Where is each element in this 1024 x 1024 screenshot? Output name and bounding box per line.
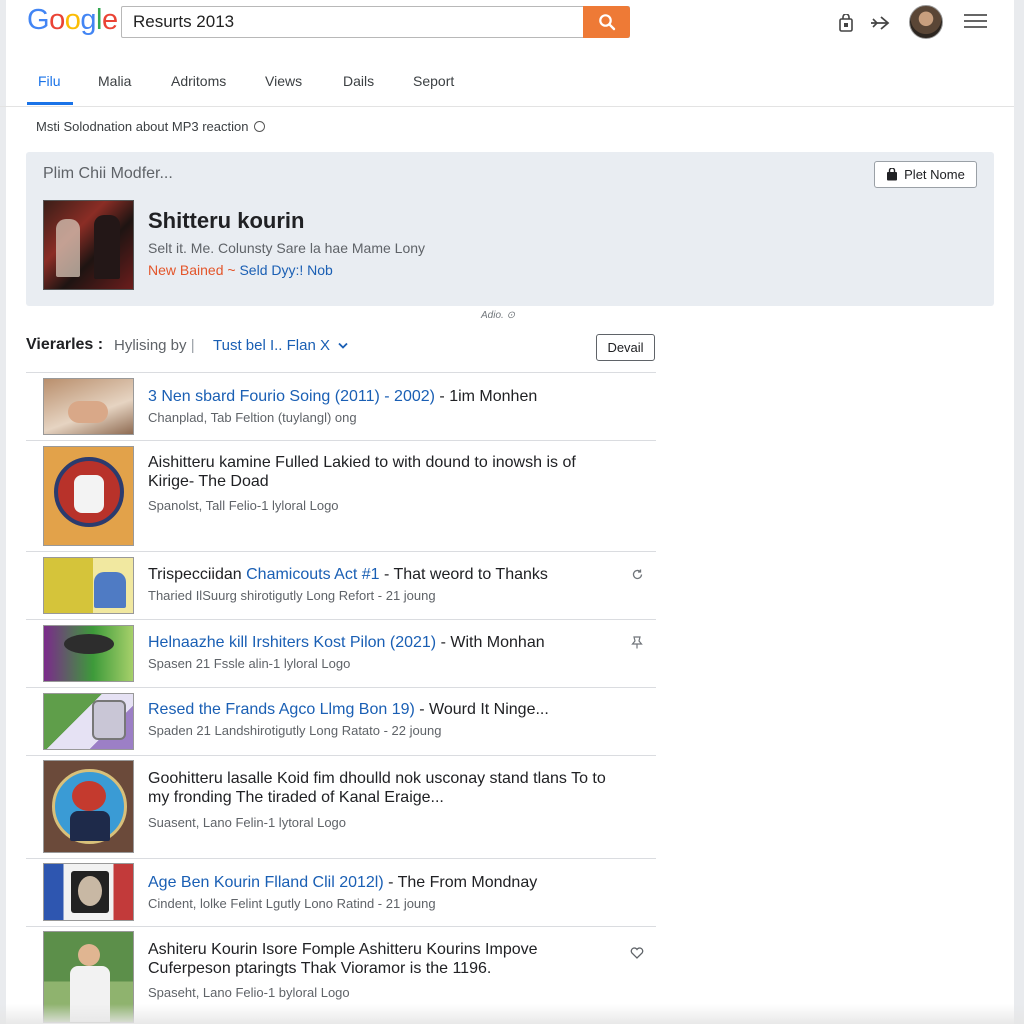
featured-link-blue[interactable]: Seld Dyy:! Nob [239,262,332,278]
list-item[interactable]: Goohitteru lasalle Koid fim dhoulld nok … [26,755,656,858]
result-meta: Spanolst, Tall Felio-1 lyloral Logo [148,498,339,513]
tab-views[interactable]: Views [265,73,302,89]
list-item[interactable]: Resed the Frands Agco Llmg Bon 19) - Wou… [26,687,656,755]
search-icon [598,14,615,31]
result-title-link[interactable]: Age Ben Kourin Flland Clil 2012l) [148,874,384,891]
result-title-link[interactable]: Chamicouts Act #1 [246,566,379,583]
search-box [121,6,630,38]
active-tab-indicator [27,102,73,105]
featured-links: New Bained ~ Seld Dyy:! Nob [148,262,333,278]
filter-row: Vierarles : Hylising by | Tust bel I.. F… [26,334,656,362]
list-item[interactable]: 3 Nen sbard Fourio Soing (2011) - 2002) … [26,372,656,440]
window-edge-right [1014,0,1024,1024]
album-cover-image[interactable] [43,200,134,290]
logo-letter: o [49,4,65,36]
result-title-text: - 1im Monhen [434,388,538,405]
heart-icon[interactable] [630,947,644,961]
filter-label-text: Vierarles [26,336,94,353]
result-title[interactable]: Ashiteru Kourin Isore Fomple Ashitteru K… [148,940,603,978]
filter-dropdown[interactable]: Tust bel I.. Flan X [213,337,348,354]
result-meta: Spaseht, Lano Felio-1 byloral Logo [148,985,350,1000]
featured-subtitle: Selt it. Me. Colunsty Sare la hae Mame L… [148,240,426,256]
search-input[interactable] [122,7,584,37]
logo-letter: e [101,4,118,36]
result-thumbnail[interactable] [43,446,134,546]
panel-heading: Plim Chii Modfer... [43,165,173,182]
result-thumbnail[interactable] [43,760,134,853]
search-button[interactable] [583,6,630,38]
filter-sep: : [97,336,104,353]
result-title[interactable]: Goohitteru lasalle Koid fim dhoulld nok … [148,769,618,807]
result-thumbnail[interactable] [43,557,134,614]
audio-label: Adio. ⊙ [481,310,515,321]
result-thumbnail[interactable] [43,625,134,682]
featured-panel: Plim Chii Modfer... Plet Nome Shitteru k… [26,152,994,306]
result-title-link[interactable]: 3 Nen sbard Fourio Soing (2011) - 2002) [148,388,435,405]
result-meta: Suasent, Lano Felin-1 lytoral Logo [148,815,347,830]
logo-letter: o [64,4,81,36]
tab-dails[interactable]: Dails [343,73,374,89]
google-logo[interactable]: Google [27,4,118,37]
result-thumbnail[interactable] [43,693,134,750]
refresh-icon[interactable] [630,568,644,582]
result-title[interactable]: Age Ben Kourin Flland Clil 2012l) - The … [148,873,608,892]
result-meta: Cindent, lolke Felint Lgutly Lono Ratind… [148,896,436,911]
featured-link-red[interactable]: New Bained ~ [148,262,236,278]
pin-icon[interactable] [630,636,644,650]
info-circle-icon[interactable] [254,121,266,132]
info-text: Msti Solodnation about MP3 reaction [36,119,249,134]
tab-seport[interactable]: Seport [413,73,454,89]
featured-title[interactable]: Shitteru kourin [148,208,304,234]
tab-malia[interactable]: Malia [98,73,131,89]
info-line: Msti Solodnation about MP3 reaction [36,119,266,134]
list-item[interactable]: Trispecciidan Chamicouts Act #1 - That w… [26,551,656,619]
result-title-link[interactable]: Helnaazhe kill Irshiters Kost Pilon (202… [148,634,436,651]
result-meta: Tharied IlSuurg shirotigutly Long Refort… [148,588,436,603]
logo-letter: G [27,4,50,36]
result-title-text: Trispecciidan [148,566,247,583]
result-title-text: - That weord to Thanks [379,566,548,583]
result-thumbnail[interactable] [43,863,134,921]
result-title[interactable]: Resed the Frands Agco Llmg Bon 19) - Wou… [148,700,608,719]
filter-dropdown-label: Tust bel I.. Flan X [213,337,330,354]
filter-by: Hylising by | [114,337,195,354]
logo-letter: g [80,4,96,36]
bag-icon [887,168,898,181]
result-title[interactable]: Trispecciidan Chamicouts Act #1 - That w… [148,565,608,584]
result-title-link[interactable]: Resed the Frands Agco Llmg Bon 19) [148,701,415,718]
filter-by-text: Hylising by [114,337,187,354]
tab-adritoms[interactable]: Adritoms [171,73,226,89]
result-thumbnail[interactable] [43,378,134,435]
result-title[interactable]: Aishitteru kamine Fulled Lakied to with … [148,453,588,491]
result-title[interactable]: 3 Nen sbard Fourio Soing (2011) - 2002) … [148,387,608,406]
result-meta: Spasen 21 Fssle alin-1 lyloral Logo [148,656,351,671]
avatar[interactable] [909,5,943,39]
bottom-fade [0,1004,1024,1024]
window-edge-left [0,0,6,1024]
plet-nome-label: Plet Nome [904,167,965,182]
result-title-text: - With Monhan [436,634,545,651]
filter-label: Vierarles : [26,336,103,354]
result-meta: Spaden 21 Landshirotigutly Long Ratato -… [148,723,442,738]
top-header: Google [0,0,1024,52]
devail-button[interactable]: Devail [596,334,655,361]
list-item[interactable]: Helnaazhe kill Irshiters Kost Pilon (202… [26,619,656,687]
tab-bar: Filu Malia Adritoms Views Dails Seport [0,62,1014,107]
bag-icon[interactable] [835,12,857,34]
hamburger-menu-icon[interactable] [964,14,987,28]
result-title-text: - Wourd It Ninge... [414,701,549,718]
list-item[interactable]: Aishitteru kamine Fulled Lakied to with … [26,440,656,551]
filter-divider: | [190,337,195,354]
plet-nome-button[interactable]: Plet Nome [874,161,977,188]
chevron-down-icon [338,342,348,349]
tab-filu[interactable]: Filu [38,73,61,89]
result-meta: Chanplad, Tab Feltion (tuylangl) ong [148,410,357,425]
share-arrow-icon[interactable] [869,12,891,34]
result-title-text: - The From Mondnay [383,874,538,891]
result-title[interactable]: Helnaazhe kill Irshiters Kost Pilon (202… [148,633,608,652]
list-item[interactable]: Age Ben Kourin Flland Clil 2012l) - The … [26,858,656,926]
